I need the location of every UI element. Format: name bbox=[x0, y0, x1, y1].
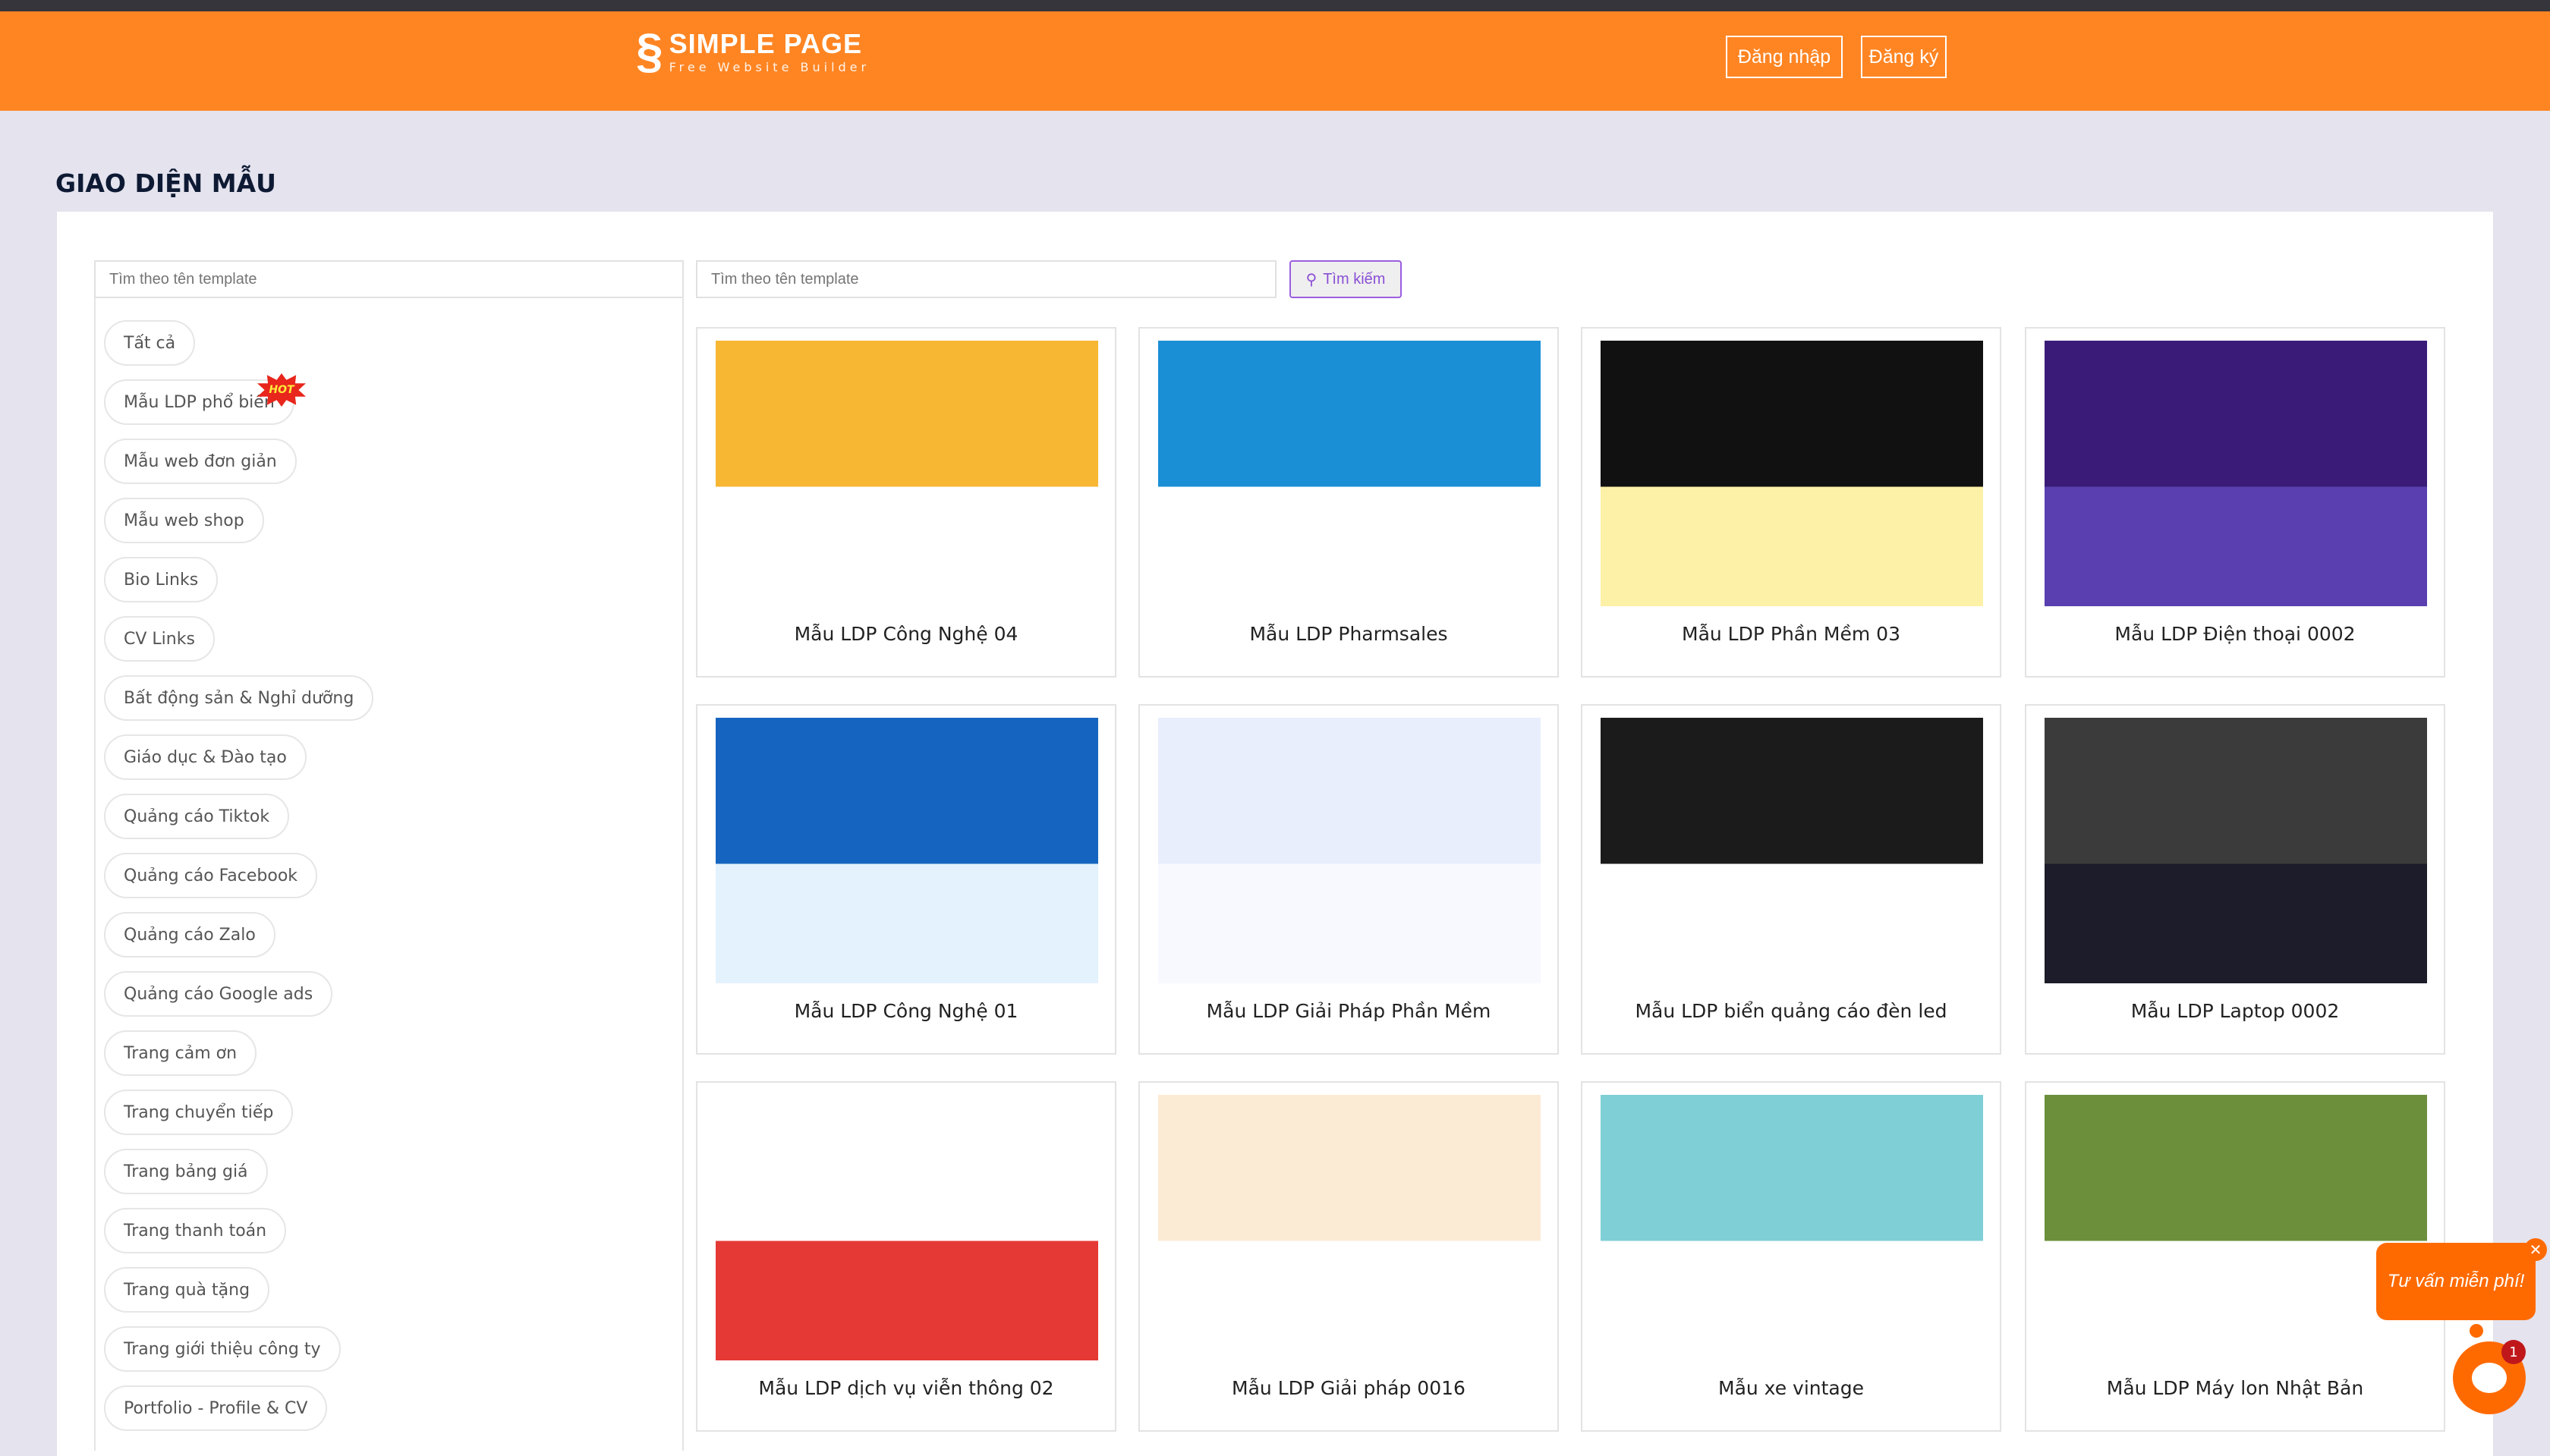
template-thumbnail[interactable] bbox=[1601, 718, 1983, 983]
category-label: Bất động sản & Nghỉ dưỡng bbox=[124, 688, 354, 708]
category-item[interactable]: CV Links bbox=[104, 616, 215, 662]
template-name[interactable]: Mẫu LDP Điện thoại 0002 bbox=[2026, 623, 2444, 645]
category-label: Trang giới thiệu công ty bbox=[124, 1339, 321, 1359]
category-label: Bio Links bbox=[124, 570, 199, 590]
category-item[interactable]: Trang cảm ơn bbox=[104, 1030, 257, 1076]
template-name[interactable]: Mẫu LDP biển quảng cáo đèn led bbox=[1582, 1000, 2000, 1022]
notification-badge: 1 bbox=[2501, 1340, 2526, 1364]
category-item[interactable]: Quảng cáo Google ads bbox=[104, 971, 333, 1017]
category-label: Tất cả bbox=[124, 333, 176, 353]
template-name[interactable]: Mẫu LDP Công Nghệ 04 bbox=[697, 623, 1115, 645]
template-name[interactable]: Mẫu LDP Công Nghệ 01 bbox=[697, 1000, 1115, 1022]
search-button-label: Tìm kiếm bbox=[1323, 270, 1386, 288]
category-label: Quảng cáo Tiktok bbox=[124, 807, 270, 826]
category-label: Mẫu web shop bbox=[124, 511, 244, 530]
category-label: Quảng cáo Google ads bbox=[124, 984, 313, 1004]
template-card[interactable]: Mẫu LDP Giải Pháp Phần Mềm bbox=[1138, 704, 1559, 1055]
brand-tagline: Free Website Builder bbox=[669, 59, 870, 74]
template-thumbnail[interactable] bbox=[716, 1095, 1098, 1360]
bubble-tail bbox=[2470, 1324, 2483, 1338]
category-item[interactable]: Giáo dục & Đào tạo bbox=[104, 734, 307, 780]
category-item[interactable]: Portfolio - Profile & CV bbox=[104, 1385, 328, 1431]
search-icon: ⚲ bbox=[1305, 271, 1318, 288]
category-label: Trang bảng giá bbox=[124, 1162, 248, 1181]
search-button[interactable]: ⚲ Tìm kiếm bbox=[1289, 260, 1402, 298]
template-card[interactable]: Mẫu xe vintage bbox=[1581, 1081, 2001, 1432]
chat-prompt-bubble[interactable]: Tư vấn miễn phí! bbox=[2376, 1243, 2536, 1320]
template-search-input[interactable] bbox=[696, 260, 1277, 298]
category-label: Quảng cáo Zalo bbox=[124, 925, 256, 945]
logo[interactable]: § SIMPLE PAGE Free Website Builder bbox=[636, 23, 870, 79]
template-card[interactable]: Mẫu LDP biển quảng cáo đèn led bbox=[1581, 704, 2001, 1055]
template-card[interactable]: Mẫu LDP Pharmsales bbox=[1138, 327, 1559, 678]
template-card[interactable]: Mẫu LDP Phần Mềm 03 bbox=[1581, 327, 2001, 678]
category-item[interactable]: Mẫu LDP phổ biến HOT bbox=[104, 373, 306, 425]
category-item[interactable]: Trang giới thiệu công ty bbox=[104, 1326, 341, 1372]
template-card[interactable]: Mẫu LDP Công Nghệ 04 bbox=[696, 327, 1116, 678]
category-item[interactable]: Trang bảng giá bbox=[104, 1149, 268, 1194]
register-button[interactable]: Đăng ký bbox=[1861, 36, 1947, 78]
sidebar-search-input[interactable] bbox=[94, 260, 684, 298]
category-item[interactable]: Trang quà tặng bbox=[104, 1267, 270, 1313]
template-thumbnail[interactable] bbox=[2045, 718, 2427, 983]
template-thumbnail[interactable] bbox=[716, 718, 1098, 983]
template-name[interactable]: Mẫu LDP dịch vụ viễn thông 02 bbox=[697, 1377, 1115, 1399]
template-name[interactable]: Mẫu LDP Laptop 0002 bbox=[2026, 1000, 2444, 1022]
template-thumbnail[interactable] bbox=[716, 341, 1098, 606]
category-label: Portfolio - Profile & CV bbox=[124, 1398, 308, 1418]
category-item[interactable]: Trang chuyển tiếp bbox=[104, 1090, 294, 1135]
template-name[interactable]: Mẫu LDP Máy lon Nhật Bản bbox=[2026, 1377, 2444, 1399]
template-name[interactable]: Mẫu LDP Giải Pháp Phần Mềm bbox=[1140, 1000, 1557, 1022]
template-thumbnail[interactable] bbox=[1158, 1095, 1541, 1360]
category-label: Trang cảm ơn bbox=[124, 1043, 238, 1063]
page-title: GIAO DIỆN MẪU bbox=[55, 168, 276, 198]
category-item[interactable]: Quảng cáo Tiktok bbox=[104, 794, 290, 839]
close-icon[interactable]: ✕ bbox=[2524, 1238, 2547, 1261]
template-thumbnail[interactable] bbox=[1158, 341, 1541, 606]
category-label: Quảng cáo Facebook bbox=[124, 866, 298, 885]
category-label: Trang chuyển tiếp bbox=[124, 1102, 274, 1122]
browser-top-bar bbox=[0, 0, 2550, 11]
template-card[interactable]: Mẫu LDP dịch vụ viễn thông 02 bbox=[696, 1081, 1116, 1432]
category-label: Trang thanh toán bbox=[124, 1221, 267, 1241]
category-item[interactable]: Bio Links bbox=[104, 557, 219, 602]
template-thumbnail[interactable] bbox=[2045, 341, 2427, 606]
template-card[interactable]: Mẫu LDP Công Nghệ 01 bbox=[696, 704, 1116, 1055]
template-card[interactable]: Mẫu LDP Laptop 0002 bbox=[2025, 704, 2445, 1055]
site-header bbox=[0, 11, 2550, 111]
category-label: Mẫu LDP phổ biến bbox=[124, 392, 275, 412]
template-name[interactable]: Mẫu LDP Giải pháp 0016 bbox=[1140, 1377, 1557, 1399]
template-thumbnail[interactable] bbox=[1601, 341, 1983, 606]
template-card[interactable]: Mẫu LDP Điện thoại 0002 bbox=[2025, 327, 2445, 678]
template-thumbnail[interactable] bbox=[1158, 718, 1541, 983]
logo-icon: § bbox=[636, 24, 663, 78]
category-list: Tất cả Mẫu LDP phổ biến HOT Mẫu web đơn giả… bbox=[94, 297, 684, 1451]
category-item[interactable]: Bất động sản & Nghỉ dưỡng bbox=[104, 675, 374, 721]
category-item[interactable]: Trang thanh toán bbox=[104, 1208, 287, 1253]
chat-icon bbox=[2472, 1363, 2507, 1393]
category-item[interactable]: Mẫu web shop bbox=[104, 498, 264, 543]
category-item[interactable]: Quảng cáo Facebook bbox=[104, 853, 318, 898]
brand-name: SIMPLE PAGE bbox=[669, 27, 862, 59]
template-name[interactable]: Mẫu xe vintage bbox=[1582, 1377, 2000, 1399]
template-card[interactable]: Mẫu LDP Giải pháp 0016 bbox=[1138, 1081, 1559, 1432]
category-label: CV Links bbox=[124, 629, 195, 649]
template-name[interactable]: Mẫu LDP Pharmsales bbox=[1140, 623, 1557, 645]
template-thumbnail[interactable] bbox=[2045, 1095, 2427, 1360]
category-item[interactable]: Quảng cáo Zalo bbox=[104, 912, 275, 958]
category-label: Trang quà tặng bbox=[124, 1280, 250, 1300]
template-thumbnail[interactable] bbox=[1601, 1095, 1983, 1360]
login-button[interactable]: Đăng nhập bbox=[1726, 36, 1843, 78]
category-label: Mẫu web đơn giản bbox=[124, 451, 277, 471]
category-label: Giáo dục & Đào tạo bbox=[124, 747, 287, 767]
category-item[interactable]: Mẫu web đơn giản bbox=[104, 439, 297, 484]
template-name[interactable]: Mẫu LDP Phần Mềm 03 bbox=[1582, 623, 2000, 645]
category-item[interactable]: Tất cả bbox=[104, 320, 196, 366]
